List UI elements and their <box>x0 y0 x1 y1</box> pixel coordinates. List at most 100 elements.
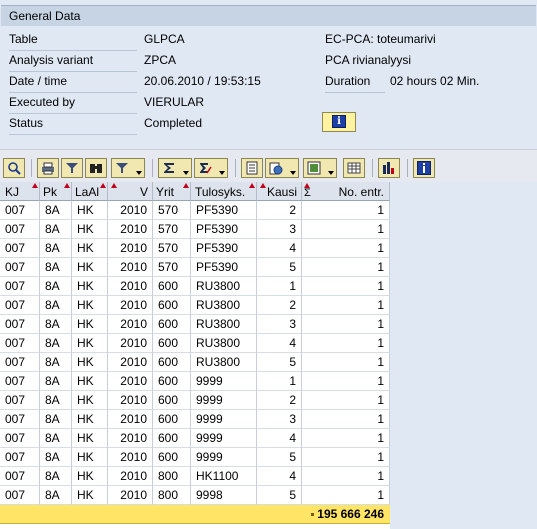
cell-v[interactable]: 2010 <box>108 391 153 410</box>
cell-kj[interactable]: 007 <box>0 201 40 220</box>
cell-tulosyks[interactable]: RU3800 <box>191 296 257 315</box>
cell-tulosyks[interactable]: RU3800 <box>191 334 257 353</box>
cell-kausi[interactable]: 5 <box>257 258 302 277</box>
table-row[interactable]: 007 8A HK 2010 600 9999 5 1 <box>0 448 390 467</box>
filter-button[interactable] <box>61 158 83 178</box>
cell-laal[interactable]: HK <box>72 448 108 467</box>
cell-laal[interactable]: HK <box>72 334 108 353</box>
cell-v[interactable]: 2010 <box>108 201 153 220</box>
cell-kausi[interactable]: 2 <box>257 391 302 410</box>
cell-laal[interactable]: HK <box>72 372 108 391</box>
cell-kj[interactable]: 007 <box>0 239 40 258</box>
cell-yrit[interactable]: 600 <box>153 277 191 296</box>
cell-pk[interactable]: 8A <box>40 372 72 391</box>
column-header-no-entries[interactable]: Σ No. entr. <box>302 182 390 201</box>
cell-pk[interactable]: 8A <box>40 201 72 220</box>
print-button[interactable] <box>37 158 59 178</box>
cell-laal[interactable]: HK <box>72 353 108 372</box>
cell-v[interactable]: 2010 <box>108 315 153 334</box>
abc-analysis-button[interactable] <box>378 158 400 178</box>
cell-tulosyks[interactable]: PF5390 <box>191 220 257 239</box>
column-header-pk[interactable]: Pk <box>40 182 72 201</box>
column-header-kj[interactable]: KJ <box>0 182 40 201</box>
cell-tulosyks[interactable]: 9999 <box>191 410 257 429</box>
cell-pk[interactable]: 8A <box>40 391 72 410</box>
table-row[interactable]: 007 8A HK 2010 800 9998 5 1 <box>0 486 390 505</box>
column-header-yrit[interactable]: Yrit <box>153 182 191 201</box>
cell-kj[interactable]: 007 <box>0 467 40 486</box>
cell-yrit[interactable]: 800 <box>153 486 191 505</box>
cell-v[interactable]: 2010 <box>108 258 153 277</box>
cell-tulosyks[interactable]: RU3800 <box>191 315 257 334</box>
cell-tulosyks[interactable]: PF5390 <box>191 239 257 258</box>
cell-kj[interactable]: 007 <box>0 334 40 353</box>
cell-no-entries[interactable]: 1 <box>302 410 390 429</box>
cell-kj[interactable]: 007 <box>0 220 40 239</box>
cell-tulosyks[interactable]: 9999 <box>191 372 257 391</box>
cell-no-entries[interactable]: 1 <box>302 467 390 486</box>
table-row[interactable]: 007 8A HK 2010 600 9999 2 1 <box>0 391 390 410</box>
cell-yrit[interactable]: 570 <box>153 201 191 220</box>
cell-v[interactable]: 2010 <box>108 296 153 315</box>
print-preview-button[interactable] <box>241 158 263 178</box>
cell-yrit[interactable]: 800 <box>153 467 191 486</box>
info-toolbar-button[interactable] <box>413 158 435 178</box>
cell-pk[interactable]: 8A <box>40 239 72 258</box>
column-header-kausi[interactable]: Kausi <box>257 182 302 201</box>
table-row[interactable]: 007 8A HK 2010 600 RU3800 3 1 <box>0 315 390 334</box>
cell-v[interactable]: 2010 <box>108 239 153 258</box>
cell-laal[interactable]: HK <box>72 201 108 220</box>
cell-kj[interactable]: 007 <box>0 372 40 391</box>
cell-yrit[interactable]: 600 <box>153 334 191 353</box>
table-row[interactable]: 007 8A HK 2010 600 9999 3 1 <box>0 410 390 429</box>
cell-kausi[interactable]: 4 <box>257 429 302 448</box>
cell-laal[interactable]: HK <box>72 410 108 429</box>
cell-kj[interactable]: 007 <box>0 410 40 429</box>
cell-v[interactable]: 2010 <box>108 429 153 448</box>
cell-pk[interactable]: 8A <box>40 296 72 315</box>
cell-v[interactable]: 2010 <box>108 467 153 486</box>
cell-no-entries[interactable]: 1 <box>302 201 390 220</box>
cell-yrit[interactable]: 600 <box>153 429 191 448</box>
cell-laal[interactable]: HK <box>72 220 108 239</box>
cell-kausi[interactable]: 5 <box>257 448 302 467</box>
cell-pk[interactable]: 8A <box>40 410 72 429</box>
spreadsheet-button[interactable] <box>303 158 337 178</box>
cell-kausi[interactable]: 2 <box>257 296 302 315</box>
cell-laal[interactable]: HK <box>72 258 108 277</box>
cell-kausi[interactable]: 3 <box>257 410 302 429</box>
table-row[interactable]: 007 8A HK 2010 600 RU3800 1 1 <box>0 277 390 296</box>
cell-yrit[interactable]: 600 <box>153 448 191 467</box>
table-row[interactable]: 007 8A HK 2010 600 9999 1 1 <box>0 372 390 391</box>
cell-tulosyks[interactable]: 9999 <box>191 429 257 448</box>
cell-laal[interactable]: HK <box>72 296 108 315</box>
cell-kausi[interactable]: 4 <box>257 239 302 258</box>
cell-kj[interactable]: 007 <box>0 429 40 448</box>
cell-v[interactable]: 2010 <box>108 372 153 391</box>
cell-no-entries[interactable]: 1 <box>302 353 390 372</box>
cell-yrit[interactable]: 570 <box>153 258 191 277</box>
table-row[interactable]: 007 8A HK 2010 570 PF5390 2 1 <box>0 201 390 220</box>
export-button[interactable] <box>265 158 299 178</box>
cell-kj[interactable]: 007 <box>0 486 40 505</box>
cell-no-entries[interactable]: 1 <box>302 448 390 467</box>
cell-kausi[interactable]: 5 <box>257 486 302 505</box>
cell-tulosyks[interactable]: PF5390 <box>191 201 257 220</box>
cell-laal[interactable]: HK <box>72 486 108 505</box>
details-button[interactable] <box>3 158 25 178</box>
table-row[interactable]: 007 8A HK 2010 600 RU3800 4 1 <box>0 334 390 353</box>
cell-pk[interactable]: 8A <box>40 258 72 277</box>
column-header-v[interactable]: V <box>108 182 153 201</box>
column-header-tulosyks[interactable]: Tulosyks. <box>191 182 257 201</box>
cell-laal[interactable]: HK <box>72 277 108 296</box>
cell-kausi[interactable]: 4 <box>257 334 302 353</box>
cell-tulosyks[interactable]: RU3800 <box>191 353 257 372</box>
cell-yrit[interactable]: 600 <box>153 315 191 334</box>
cell-yrit[interactable]: 600 <box>153 391 191 410</box>
cell-yrit[interactable]: 600 <box>153 353 191 372</box>
find-button[interactable] <box>85 158 107 178</box>
cell-pk[interactable]: 8A <box>40 429 72 448</box>
cell-tulosyks[interactable]: 9999 <box>191 391 257 410</box>
cell-tulosyks[interactable]: 9999 <box>191 448 257 467</box>
cell-kausi[interactable]: 5 <box>257 353 302 372</box>
